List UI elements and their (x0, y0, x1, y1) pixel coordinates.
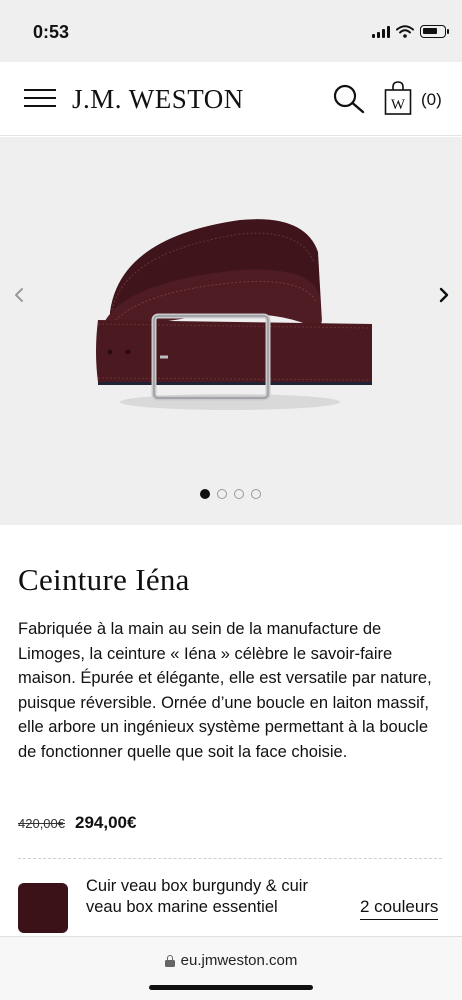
color-swatch[interactable] (18, 883, 68, 933)
current-price: 294,00€ (75, 813, 137, 832)
battery-icon (420, 25, 449, 38)
site-header: J.M. WESTON W (0) (0, 62, 462, 136)
battery-level (423, 28, 438, 34)
product-image-carousel[interactable] (0, 137, 462, 525)
home-indicator[interactable] (149, 985, 313, 990)
status-icons (372, 25, 449, 38)
product-image (96, 219, 372, 410)
carousel-dot[interactable] (217, 489, 227, 499)
search-icon[interactable] (332, 84, 366, 114)
carousel-dot[interactable] (200, 489, 210, 499)
colors-link[interactable]: 2 couleurs (360, 897, 439, 920)
lock-icon (164, 954, 175, 967)
carousel-dot[interactable] (251, 489, 261, 499)
chevron-right-icon[interactable] (436, 285, 452, 305)
carousel-dots (200, 489, 261, 499)
browser-bar: eu.jmweston.com (0, 936, 462, 1000)
bag-letter: W (391, 97, 406, 113)
chevron-left-icon[interactable] (11, 285, 27, 305)
product-title: Ceinture Iéna (18, 562, 190, 597)
price-row: 420,00€ 294,00€ (18, 813, 136, 833)
brand-logo[interactable]: J.M. WESTON (72, 84, 244, 115)
old-price: 420,00€ (18, 816, 65, 831)
variant-label: Cuir veau box burgundy & cuir veau box m… (86, 877, 308, 916)
product-description: Fabriquée à la main au sein de la manufa… (18, 620, 432, 761)
status-bar: 0:53 (0, 0, 462, 62)
status-time: 0:53 (33, 22, 70, 42)
carousel-dot[interactable] (234, 489, 244, 499)
shopping-bag-icon[interactable]: W (384, 80, 412, 116)
signal-icon (372, 25, 390, 38)
divider (18, 858, 442, 859)
wifi-icon (396, 25, 414, 38)
bag-count[interactable]: (0) (421, 90, 442, 110)
url-bar[interactable]: eu.jmweston.com (0, 952, 462, 969)
menu-icon[interactable] (24, 89, 56, 109)
url-text[interactable]: eu.jmweston.com (181, 952, 298, 969)
